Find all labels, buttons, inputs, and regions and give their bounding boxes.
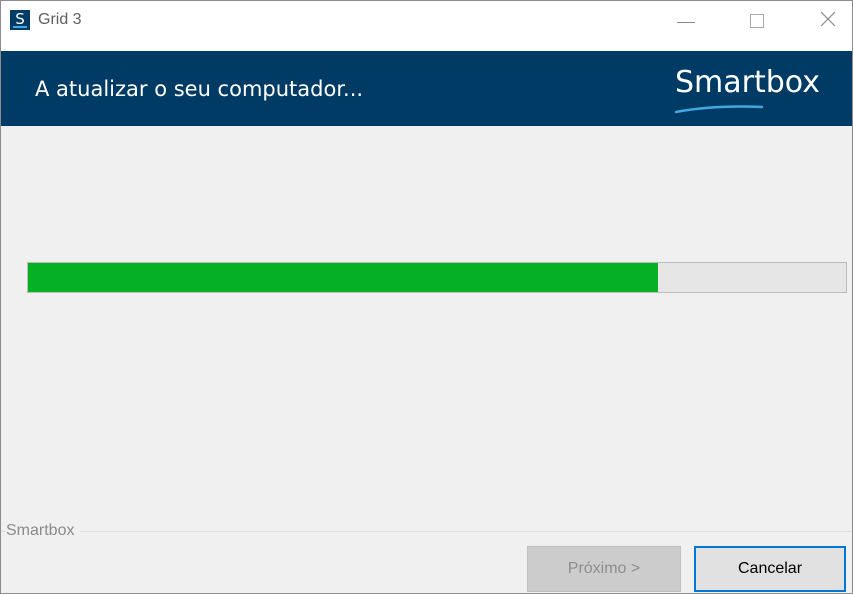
smartbox-logo: Smartbox [675, 65, 820, 100]
title-bar[interactable]: S Grid 3 [1, 1, 852, 51]
close-button[interactable] [805, 1, 851, 37]
maximize-icon [750, 14, 764, 28]
next-button[interactable]: Próximo > [527, 546, 681, 592]
progress-bar [27, 262, 847, 293]
footer-group-label: Smartbox [6, 521, 81, 541]
logo-swoosh-icon [674, 105, 764, 114]
smartbox-app-icon: S [10, 10, 30, 30]
minimize-button[interactable] [664, 1, 710, 37]
footer-divider [1, 531, 852, 532]
page-title: A atualizar o seu computador... [35, 77, 364, 101]
installer-window: S Grid 3 A atualizar o seu computador...… [0, 0, 853, 594]
header-banner: A atualizar o seu computador... Smartbox [1, 51, 852, 126]
close-icon [820, 11, 836, 27]
cancel-button[interactable]: Cancelar [694, 546, 846, 592]
minimize-icon [677, 22, 695, 23]
app-icon-underline [13, 26, 27, 28]
maximize-button[interactable] [734, 1, 780, 37]
window-title: Grid 3 [38, 11, 82, 28]
progress-fill [28, 263, 658, 292]
